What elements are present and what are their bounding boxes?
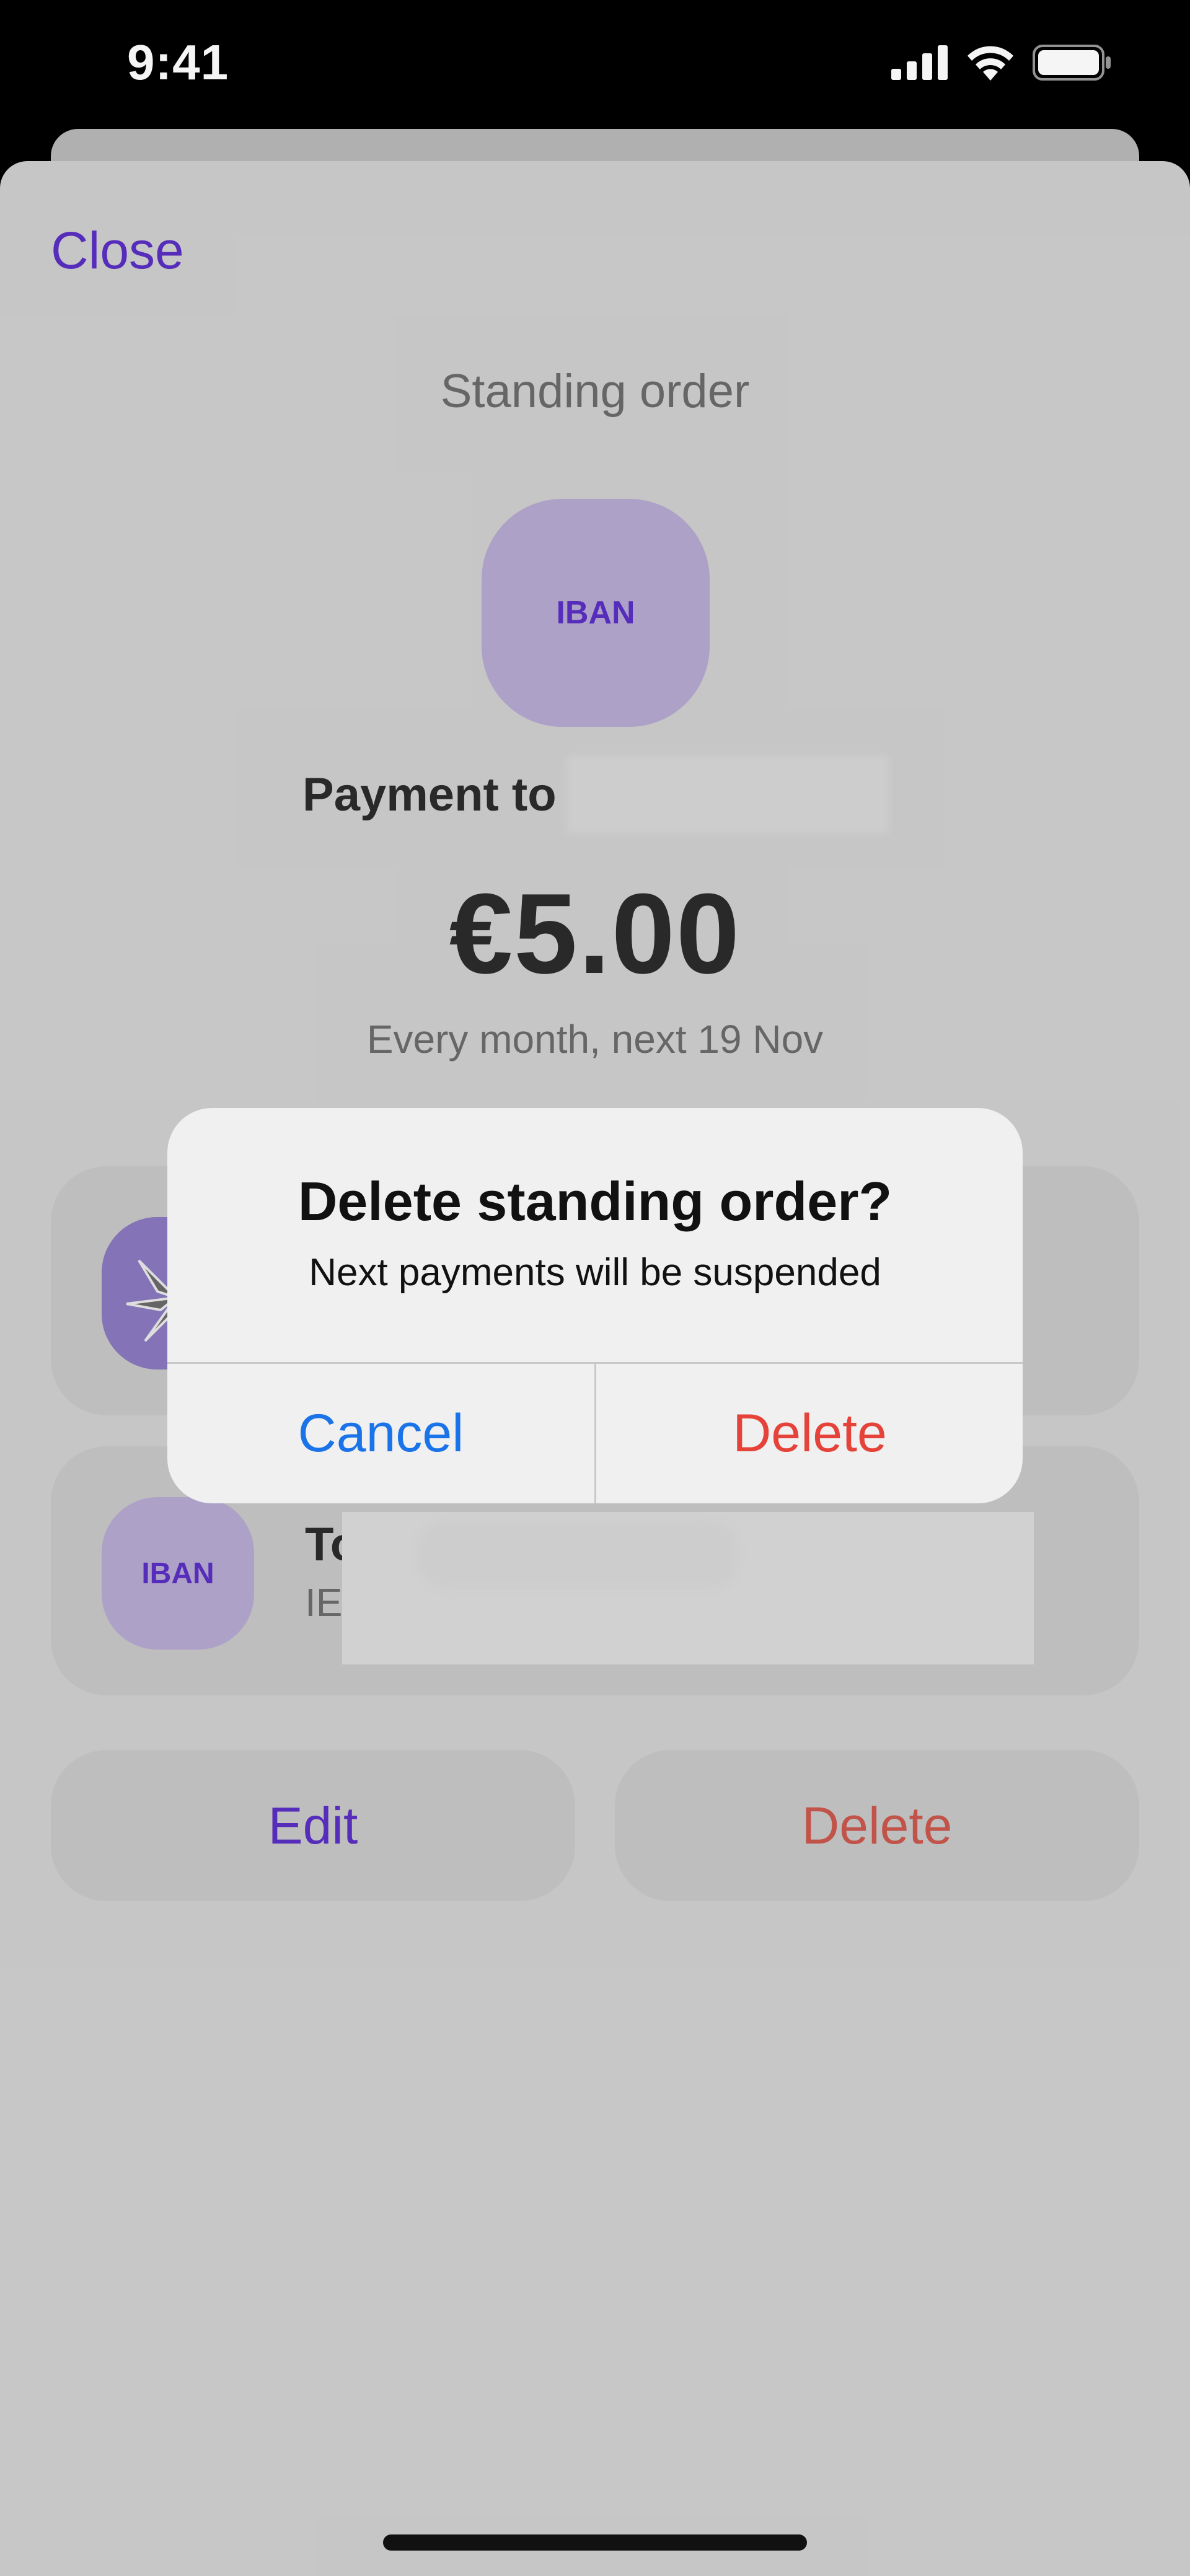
- alert-title: Delete standing order?: [298, 1171, 892, 1232]
- home-indicator[interactable]: [383, 2534, 807, 2551]
- alert-cancel-button[interactable]: Cancel: [167, 1364, 594, 1503]
- alert-delete-button[interactable]: Delete: [596, 1364, 1023, 1503]
- delete-confirm-alert: Delete standing order? Next payments wil…: [167, 1108, 1023, 1503]
- alert-message: Next payments will be suspended: [309, 1251, 881, 1294]
